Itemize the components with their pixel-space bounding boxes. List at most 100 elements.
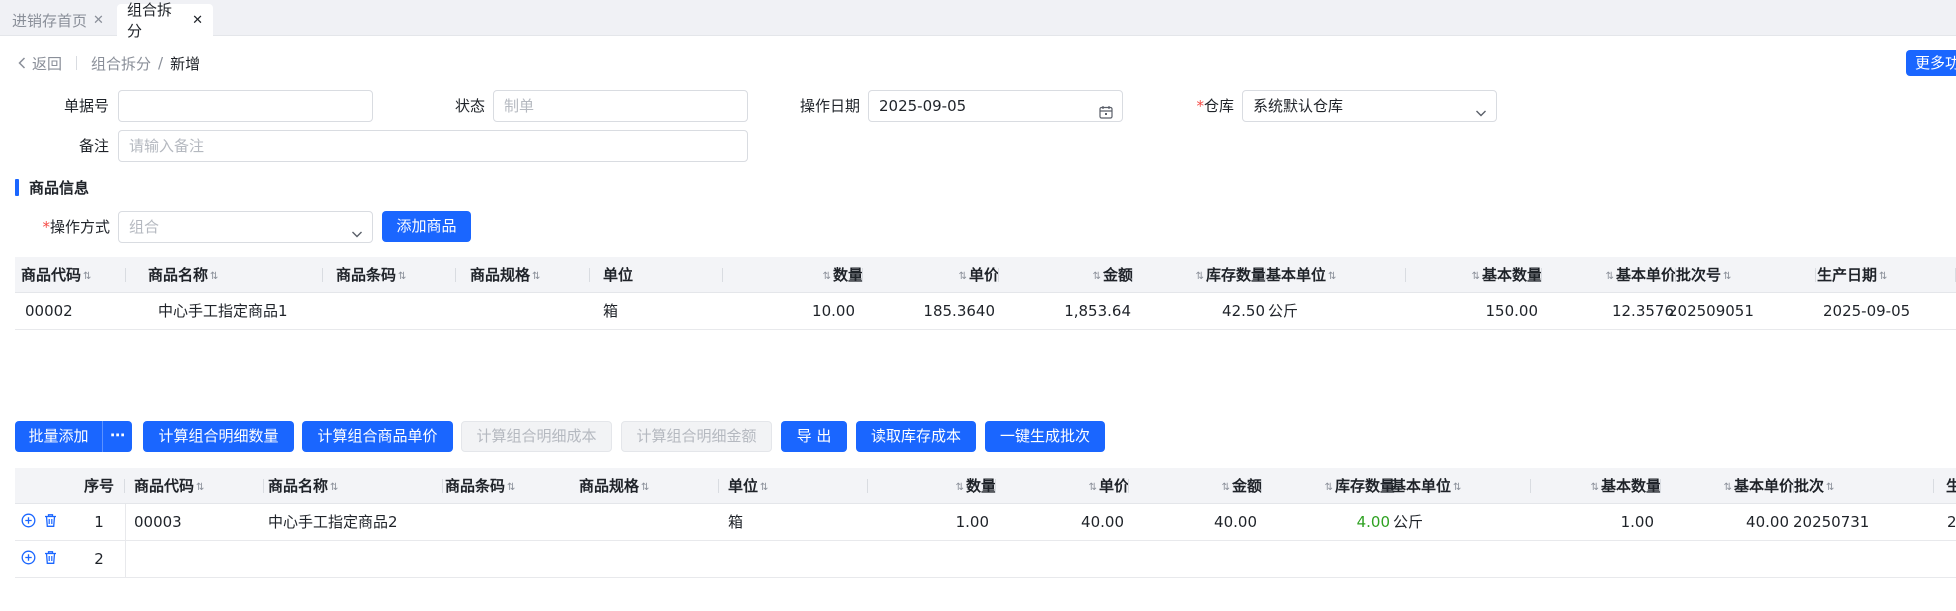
sort-icon[interactable]: ⇅ (507, 470, 515, 506)
batch-add-more-button[interactable]: ⋯ (102, 421, 132, 452)
sort-icon[interactable]: ⇅ (1089, 470, 1097, 506)
sort-icon[interactable]: ⇅ (83, 259, 91, 295)
sort-icon[interactable]: ⇅ (1879, 259, 1887, 295)
column-header[interactable]: ⇅ 库存数量 (1133, 257, 1266, 293)
sort-icon[interactable]: ⇅ (1472, 259, 1480, 295)
table-cell: 公斤 (1393, 513, 1424, 531)
column-header[interactable]: ⇅ 基本单价 (1661, 468, 1794, 504)
op-mode-select[interactable]: 组合 (118, 211, 373, 243)
table-row[interactable]: 2 (15, 541, 1956, 578)
column-header[interactable]: 商品名称 ⇅ (148, 257, 323, 293)
sort-icon[interactable]: ⇅ (1606, 259, 1614, 295)
sort-icon[interactable]: ⇅ (1723, 259, 1731, 295)
breadcrumb-parent[interactable]: 组合拆分 (91, 53, 151, 74)
status-input: 制单 (493, 90, 748, 122)
column-header[interactable]: 商品规格 ⇅ (470, 257, 590, 293)
sort-icon[interactable]: ⇅ (959, 259, 967, 295)
column-header[interactable]: ⇅ 金额 (999, 257, 1133, 293)
column-header[interactable]: ⇅ 单价 (996, 468, 1129, 504)
column-header[interactable]: 商品代码 ⇅ (21, 257, 126, 293)
sort-icon[interactable]: ⇅ (1093, 259, 1101, 295)
column-label: 商品代码 (21, 266, 82, 284)
table-cell: 150.00 (1485, 302, 1539, 320)
sort-icon[interactable]: ⇅ (398, 259, 406, 295)
table-row[interactable]: 00002 中心手工指定商品1 箱 10.00 185.3640 1,853.64 42.5… (15, 293, 1956, 330)
add-goods-button[interactable]: 添加商品 (382, 211, 471, 242)
sort-icon[interactable]: ⇅ (1328, 259, 1336, 295)
add-row-icon[interactable] (21, 513, 36, 528)
column-header[interactable]: ⇅ 数量 (723, 257, 863, 293)
remark-input[interactable]: 请输入备注 (118, 130, 748, 162)
column-header[interactable]: ⇅ 基本数量 (1406, 257, 1542, 293)
sort-icon[interactable]: ⇅ (1222, 470, 1230, 506)
tab-home[interactable]: 进销存首页 ✕ (2, 4, 114, 36)
close-icon[interactable]: ✕ (93, 13, 104, 28)
sort-icon[interactable]: ⇅ (641, 470, 649, 506)
column-label: 生产日期 (1817, 266, 1878, 284)
sort-icon[interactable]: ⇅ (196, 470, 204, 506)
add-row-icon[interactable] (21, 550, 36, 565)
table-row[interactable]: 1 00003 中心手工指定商品2 箱 1.00 40.00 40.00 4.00 公斤 1.00… (15, 504, 1956, 541)
sort-icon[interactable]: ⇅ (823, 259, 831, 295)
column-label: 单价 (968, 266, 999, 284)
column-header[interactable]: ⇅ 数量 (850, 468, 996, 504)
tab-combine-split[interactable]: 组合拆分 ✕ (117, 1, 213, 40)
sort-icon[interactable]: ⇅ (1196, 259, 1204, 295)
column-header[interactable]: ⇅ 库存数量 (1262, 468, 1395, 504)
column-label: 金额 (1102, 266, 1133, 284)
more-functions-button[interactable]: 更多功 (1906, 50, 1956, 76)
read-stock-cost-button[interactable]: 读取库存成本 (856, 421, 976, 452)
sort-icon[interactable]: ⇅ (1591, 470, 1599, 506)
close-icon[interactable]: ✕ (192, 13, 203, 28)
sort-icon[interactable]: ⇅ (1453, 470, 1461, 506)
table-cell: 20250731 (1793, 513, 1870, 531)
table-header: 商品代码 ⇅ 商品名称 ⇅ 商品条码 ⇅ 商品规格 ⇅ 单位 ⇅ 数量 ⇅ 单价 ⇅ 金额 ⇅ 库存数量 基本单位… (15, 257, 1956, 293)
column-label: 基本单价 (1615, 266, 1676, 284)
column-divider (718, 479, 719, 493)
column-header[interactable]: 商品条码 ⇅ (336, 257, 456, 293)
column-header[interactable]: ⇅ 单价 (863, 257, 999, 293)
sort-icon[interactable]: ⇅ (1325, 470, 1333, 506)
column-header[interactable]: 商品名称 ⇅ (268, 468, 443, 504)
column-header[interactable]: 基本单位 ⇅ (1391, 468, 1531, 504)
warehouse-select[interactable]: 系统默认仓库 (1242, 90, 1497, 122)
sort-icon[interactable]: ⇅ (330, 470, 338, 506)
column-label: 商品规格 (470, 266, 531, 284)
column-header[interactable]: 单位 ⇅ (728, 468, 868, 504)
sort-icon[interactable]: ⇅ (760, 470, 768, 506)
delete-icon[interactable] (43, 550, 58, 565)
batch-add-button[interactable]: 批量添加 (15, 421, 102, 452)
back-button[interactable]: 返回 (18, 53, 62, 74)
sort-icon[interactable]: ⇅ (1724, 470, 1732, 506)
column-header[interactable]: 基本单位 ⇅ (1266, 257, 1406, 293)
column-header[interactable]: 批次 ⇅ (1794, 468, 1934, 504)
doc-no-input[interactable] (118, 90, 373, 122)
table-cell: 中心手工指定商品1 (158, 302, 288, 320)
calendar-icon[interactable] (1099, 99, 1113, 129)
column-header[interactable]: 商品代码 ⇅ (134, 468, 264, 504)
detail-table: 序号 商品代码 ⇅ 商品名称 ⇅ 商品条码 ⇅ 商品规格 ⇅ 单位 ⇅ ⇅ 数量 ⇅ 单价 ⇅ 金额 ⇅ 库存数量基… (15, 468, 1956, 580)
calc-combo-unit-price-button[interactable]: 计算组合商品单价 (302, 421, 453, 452)
column-label: 库存数量 (1205, 266, 1266, 284)
column-header[interactable]: 生产日期 ⇅ (1817, 257, 1956, 293)
op-mode-value: 组合 (129, 218, 160, 236)
sort-icon[interactable]: ⇅ (210, 259, 218, 295)
column-header[interactable]: 商品条码 ⇅ (445, 468, 585, 504)
generate-batch-button[interactable]: 一键生成批次 (985, 421, 1105, 452)
column-header[interactable]: 商品规格 ⇅ (579, 468, 719, 504)
calc-combo-detail-qty-button[interactable]: 计算组合明细数量 (143, 421, 294, 452)
column-header[interactable]: 批次号 ⇅ (1676, 257, 1816, 293)
column-header[interactable]: ⇅ 基本数量 (1515, 468, 1661, 504)
column-header[interactable]: ⇅ 金额 (1129, 468, 1262, 504)
breadcrumb: 返回 组合拆分 / 新增 (18, 52, 200, 74)
column-divider (442, 479, 443, 493)
column-header[interactable]: ⇅ 基本单价 (1542, 257, 1676, 293)
sort-icon[interactable]: ⇅ (532, 259, 540, 295)
sort-icon[interactable]: ⇅ (1826, 470, 1834, 506)
export-button[interactable]: 导 出 (781, 421, 847, 452)
sort-icon[interactable]: ⇅ (956, 470, 964, 506)
table-cell: 1,853.64 (1064, 302, 1131, 320)
delete-icon[interactable] (43, 513, 58, 528)
breadcrumb-separator: / (158, 54, 164, 72)
op-date-picker[interactable]: 2025-09-05 (868, 90, 1123, 122)
